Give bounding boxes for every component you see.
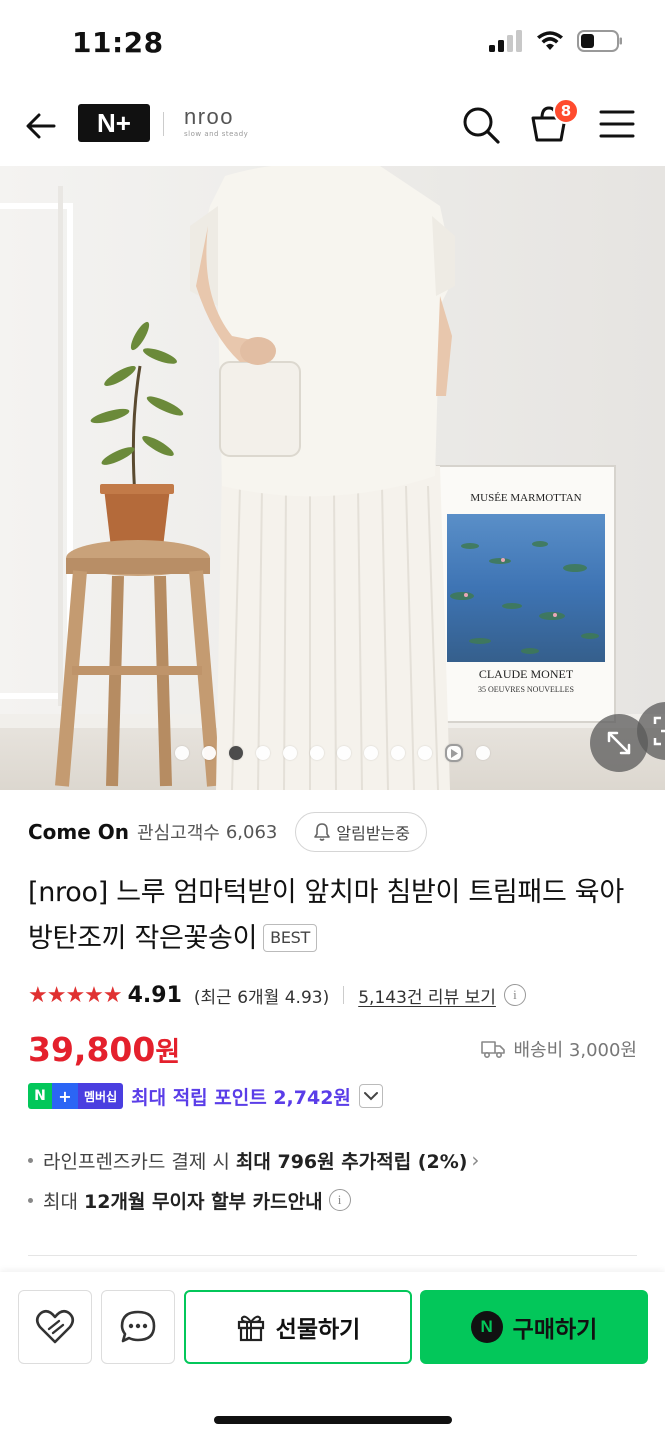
- membership-badge-plus: +: [52, 1083, 78, 1109]
- membership-point: 최대 적립 포인트 2,742원: [131, 1086, 351, 1109]
- benefit-installment[interactable]: 최대 12개월 무이자 할부 카드안내 i: [28, 1180, 479, 1220]
- gift-button[interactable]: 선물하기: [184, 1290, 412, 1364]
- talk-button[interactable]: [101, 1290, 175, 1364]
- product-title-text: [nroo] 느루 엄마턱받이 앞치마 침받이 트림패드 육아방탄조끼 작은꽃송…: [28, 877, 624, 954]
- shipping-text: 배송비 3,000원: [513, 1040, 638, 1061]
- poster-title: MUSÉE MARMOTTAN: [470, 492, 581, 504]
- pager-dot[interactable]: [476, 746, 490, 760]
- play-icon: [451, 748, 458, 758]
- alert-label: 알림받는중: [336, 824, 410, 843]
- bottom-action-bar: 선물하기 N 구매하기: [0, 1272, 665, 1440]
- benefit-card-bold: 최대 796원 추가적립 (2%): [235, 1150, 468, 1173]
- truck-icon: [480, 1041, 505, 1059]
- bullet: [28, 1157, 33, 1163]
- product-image-gallery[interactable]: MUSÉE MARMOTTAN CLAUDE MONET 35 OEUVRES …: [0, 166, 665, 790]
- membership-row: N + 멤버십 최대 적립 포인트 2,742원: [28, 1080, 383, 1112]
- pager-dot[interactable]: [256, 746, 270, 760]
- star-rating-icon: ★★★★★: [28, 982, 123, 1008]
- benefit-card-point[interactable]: 라인프렌즈카드 결제 시 최대 796원 추가적립 (2%) ›: [28, 1140, 479, 1180]
- bullet: [28, 1197, 33, 1203]
- app-header: N+ nroo slow and steady 8: [0, 88, 665, 166]
- battery-icon: [577, 30, 622, 52]
- rating-recent: (최근 6개월 4.93): [193, 987, 330, 1008]
- pager-dot[interactable]: [202, 746, 216, 760]
- product-photo: MUSÉE MARMOTTAN CLAUDE MONET 35 OEUVRES …: [0, 166, 665, 790]
- pager-dot-active[interactable]: [229, 746, 243, 760]
- benefits-list: 라인프렌즈카드 결제 시 최대 796원 추가적립 (2%) › 최대 12개월…: [28, 1140, 479, 1220]
- search-icon[interactable]: [460, 104, 502, 146]
- bell-icon: [314, 823, 331, 841]
- rating-row: ★★★★★ 4.91 (최근 6개월 4.93) 5,143건 리뷰 보기 i: [28, 978, 526, 1012]
- menu-icon[interactable]: [598, 106, 636, 142]
- review-link[interactable]: 5,143건 리뷰 보기: [358, 983, 496, 1008]
- benefit-install-bold: 12개월 무이자 할부 카드안내: [84, 1190, 323, 1213]
- store-logo[interactable]: nroo slow and steady: [184, 104, 249, 139]
- pager-video-dot[interactable]: [445, 744, 463, 762]
- store-name[interactable]: Come On: [28, 820, 129, 844]
- membership-badge-n: N: [28, 1083, 52, 1109]
- chat-bubble-icon: [120, 1310, 156, 1343]
- info-icon[interactable]: i: [503, 984, 526, 1006]
- pager-dot[interactable]: [364, 746, 378, 760]
- header-divider: [163, 112, 164, 136]
- pager-dot[interactable]: [310, 746, 324, 760]
- expand-icon: [607, 731, 631, 755]
- gift-icon: [237, 1315, 264, 1342]
- interest-count: 6,063: [225, 821, 278, 843]
- logo-text: N+: [97, 107, 131, 138]
- cart-count-badge: 8: [553, 98, 579, 124]
- pager-dot[interactable]: [175, 746, 189, 760]
- store-logo-tagline: slow and steady: [184, 130, 249, 138]
- section-divider: [28, 1255, 637, 1256]
- pager-dot[interactable]: [337, 746, 351, 760]
- home-indicator: [214, 1416, 452, 1424]
- pager-dot[interactable]: [391, 746, 405, 760]
- status-bar: 11:28: [0, 0, 665, 88]
- shipping-fee: 배송비 3,000원: [480, 1036, 638, 1062]
- wifi-icon: [537, 31, 563, 50]
- rating-value: 4.91: [127, 982, 182, 1008]
- rating-separator: [343, 986, 345, 1004]
- back-arrow-icon[interactable]: [22, 106, 62, 146]
- naver-pay-icon: N: [470, 1311, 503, 1343]
- heart-icon: [35, 1309, 75, 1344]
- poster-artist: CLAUDE MONET: [479, 667, 574, 681]
- pager-dot[interactable]: [418, 746, 432, 760]
- membership-badge-text: 멤버십: [78, 1083, 124, 1109]
- membership-badge: N + 멤버십: [28, 1083, 124, 1109]
- price: 39,800원: [28, 1030, 180, 1069]
- pager-dot[interactable]: [283, 746, 297, 760]
- price-amount: 39,800: [28, 1030, 156, 1069]
- store-row: Come On 관심고객수 6,063 알림받는중: [28, 812, 427, 852]
- buy-button[interactable]: N 구매하기: [420, 1290, 648, 1364]
- best-badge: BEST: [263, 924, 317, 952]
- alert-subscribe-button[interactable]: 알림받는중: [295, 812, 427, 852]
- benefit-install-prefix: 최대: [43, 1190, 84, 1213]
- membership-expand-button[interactable]: [358, 1084, 383, 1108]
- status-time: 11:28: [72, 26, 164, 59]
- naver-plus-logo[interactable]: N+: [78, 104, 150, 142]
- poster-subtitle: 35 OEUVRES NOUVELLES: [478, 685, 574, 694]
- chevron-down-icon: [363, 1092, 378, 1101]
- product-title: [nroo] 느루 엄마턱받이 앞치마 침받이 트림패드 육아방탄조끼 작은꽃송…: [28, 870, 643, 962]
- buy-label: 구매하기: [512, 1317, 598, 1343]
- interest-label: 관심고객수: [137, 823, 220, 844]
- scan-icon: [653, 716, 665, 746]
- chevron-right-icon: ›: [471, 1148, 480, 1172]
- status-icons: [489, 30, 623, 52]
- gallery-pager: [0, 744, 665, 766]
- gift-label: 선물하기: [275, 1317, 361, 1343]
- price-unit: 원: [155, 1037, 181, 1068]
- benefit-card-prefix: 라인프렌즈카드 결제 시: [43, 1150, 236, 1173]
- store-logo-name: nroo: [184, 104, 235, 129]
- info-icon[interactable]: i: [328, 1189, 351, 1211]
- wishlist-button[interactable]: [18, 1290, 92, 1364]
- signal-icon: [489, 30, 522, 52]
